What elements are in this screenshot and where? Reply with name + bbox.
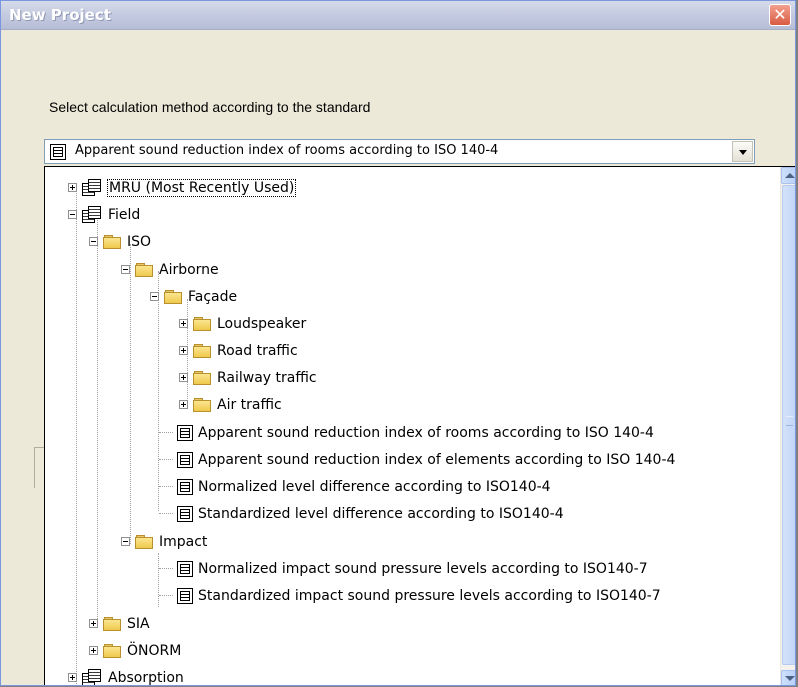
folder-icon xyxy=(103,234,121,249)
method-tree-dropdown[interactable]: MRU (Most Recently Used) Field ISO Airbo… xyxy=(44,166,795,686)
combobox-selected-value: Apparent sound reduction index of rooms … xyxy=(75,143,499,158)
expand-icon[interactable] xyxy=(89,646,98,655)
window-title: New Project xyxy=(9,6,111,24)
expand-icon[interactable] xyxy=(89,619,98,628)
tree-item-label: Air traffic xyxy=(217,396,282,413)
tree-item-method-elements[interactable]: Apparent sound reduction index of elemen… xyxy=(159,446,675,473)
close-button[interactable]: ✕ xyxy=(769,4,791,26)
expand-icon[interactable] xyxy=(179,346,188,355)
folder-icon xyxy=(135,534,153,549)
tree-item-method-normalized-level[interactable]: Normalized level difference according to… xyxy=(159,473,551,500)
collapse-icon[interactable] xyxy=(121,537,130,546)
method-prompt-label: Select calculation method according to t… xyxy=(49,99,371,115)
dropdown-arrow-button[interactable] xyxy=(732,141,753,162)
tree-item-air-traffic[interactable]: Air traffic xyxy=(179,391,282,418)
calc-doc-icon xyxy=(177,560,193,577)
scroll-up-button[interactable] xyxy=(781,167,795,184)
tree-connector xyxy=(159,594,173,597)
scroll-thumb[interactable] xyxy=(782,185,795,665)
tree-line-iso xyxy=(130,244,131,544)
tree-connector xyxy=(159,458,173,461)
tree-item-method-rooms[interactable]: Apparent sound reduction index of rooms … xyxy=(159,419,654,446)
scroll-grip-icon xyxy=(786,416,793,426)
calc-doc-icon xyxy=(177,505,193,522)
title-bar[interactable]: New Project ✕ xyxy=(1,1,795,30)
tree-item-label: MRU (Most Recently Used) xyxy=(106,178,297,197)
folder-icon xyxy=(193,343,211,358)
tree-line-root xyxy=(76,189,77,684)
expand-icon[interactable] xyxy=(68,183,77,192)
folder-icon xyxy=(193,316,211,331)
tree-item-label: Loudspeaker xyxy=(217,315,307,332)
tree-item-absorption[interactable]: Absorption xyxy=(68,664,184,686)
tree-item-impact[interactable]: Impact xyxy=(121,528,207,555)
folder-icon xyxy=(193,370,211,385)
scroll-down-button[interactable] xyxy=(781,670,795,685)
tree-item-label: Standardized level difference according … xyxy=(198,505,564,522)
tree-line-field xyxy=(97,217,98,627)
tree-item-method-standardized-impact[interactable]: Standardized impact sound pressure level… xyxy=(159,582,661,609)
collapse-icon[interactable] xyxy=(121,265,130,274)
tree-item-label: ÖNORM xyxy=(127,642,182,659)
tree-item-airborne[interactable]: Airborne xyxy=(121,256,219,283)
tree-item-label: Field xyxy=(108,206,141,223)
calc-doc-icon xyxy=(177,478,193,495)
expand-icon[interactable] xyxy=(68,673,77,682)
expand-icon[interactable] xyxy=(179,400,188,409)
tree-connector xyxy=(159,567,173,570)
calc-doc-icon xyxy=(177,451,193,468)
tree-connector xyxy=(159,512,173,515)
tree-item-label: ISO xyxy=(127,233,152,250)
vertical-scrollbar[interactable] xyxy=(780,167,795,685)
folder-icon xyxy=(164,289,182,304)
tree-item-label: Airborne xyxy=(159,261,219,278)
tree-item-railway-traffic[interactable]: Railway traffic xyxy=(179,364,317,391)
tree-item-label: Railway traffic xyxy=(217,369,317,386)
tree-item-label: Road traffic xyxy=(217,342,298,359)
tree-item-label: Apparent sound reduction index of elemen… xyxy=(198,451,676,468)
calc-doc-icon xyxy=(50,144,66,160)
tree-connector xyxy=(159,431,173,434)
folder-icon xyxy=(103,616,121,631)
tree-item-method-normalized-impact[interactable]: Normalized impact sound pressure levels … xyxy=(159,555,648,582)
tree-item-label: Apparent sound reduction index of rooms … xyxy=(198,424,654,441)
calc-group-icon xyxy=(82,668,102,685)
collapse-icon[interactable] xyxy=(68,210,77,219)
calculation-method-combobox[interactable]: Apparent sound reduction index of rooms … xyxy=(44,139,755,164)
tree-item-label: Absorption xyxy=(108,669,184,686)
tree-item-field[interactable]: Field xyxy=(68,201,140,228)
tree-item-label: Normalized impact sound pressure levels … xyxy=(198,560,648,577)
tree-connector xyxy=(159,485,173,488)
tree-item-sia[interactable]: SIA xyxy=(89,610,150,637)
calc-group-icon xyxy=(82,205,102,224)
tree-item-label: Normalized level difference according to… xyxy=(198,478,551,495)
expand-icon[interactable] xyxy=(179,373,188,382)
folder-icon xyxy=(135,262,153,277)
tree-item-mru[interactable]: MRU (Most Recently Used) xyxy=(68,174,297,201)
tree-item-label: Façade xyxy=(188,288,238,305)
tree-item-method-standardized-level[interactable]: Standardized level difference according … xyxy=(159,500,564,527)
calc-doc-icon xyxy=(177,587,193,604)
tree-item-road-traffic[interactable]: Road traffic xyxy=(179,337,298,364)
folder-icon xyxy=(193,397,211,412)
tree-item-onorm[interactable]: ÖNORM xyxy=(89,637,181,664)
new-project-dialog: New Project ✕ Select calculation method … xyxy=(0,0,796,686)
calc-group-icon xyxy=(82,178,102,197)
expand-icon[interactable] xyxy=(179,319,188,328)
tree-item-label: Standardized impact sound pressure level… xyxy=(198,587,661,604)
tree-item-label: SIA xyxy=(127,615,150,632)
tree-item-iso[interactable]: ISO xyxy=(89,228,151,255)
collapse-icon[interactable] xyxy=(150,292,159,301)
collapse-icon[interactable] xyxy=(89,237,98,246)
calc-doc-icon xyxy=(177,424,193,441)
tree-item-facade[interactable]: Façade xyxy=(150,283,237,310)
tree-item-loudspeaker[interactable]: Loudspeaker xyxy=(179,310,306,337)
folder-icon xyxy=(103,643,121,658)
tree-item-label: Impact xyxy=(159,533,208,550)
